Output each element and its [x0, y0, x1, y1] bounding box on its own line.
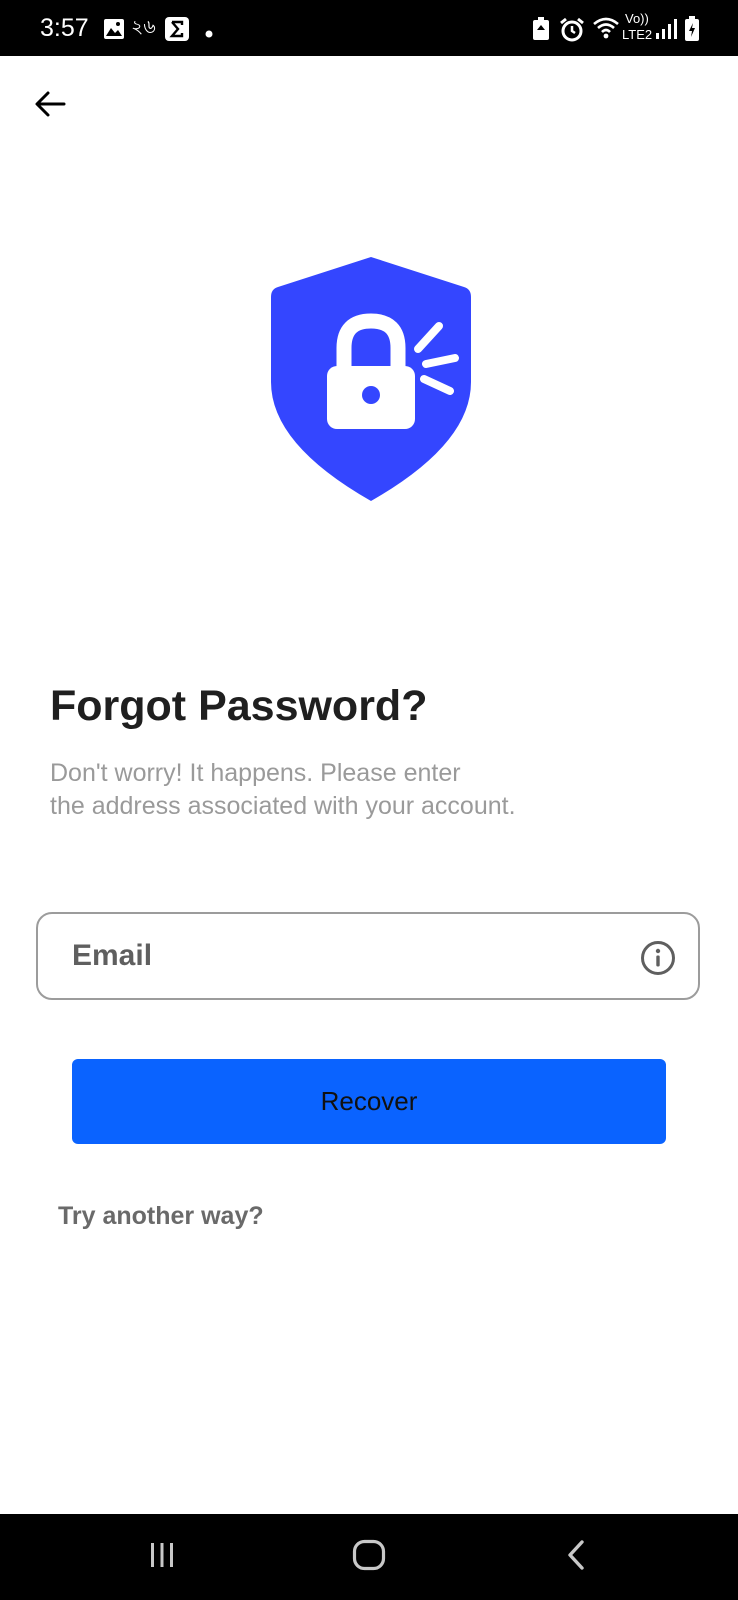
subtitle-line-1: Don't worry! It happens. Please enter — [50, 759, 461, 787]
arrow-left-icon — [33, 87, 67, 126]
network-sublabel: LTE2 — [622, 27, 653, 42]
status-bar: 3:57 ২৬ Vo)) LTE2 — [0, 0, 738, 56]
battery-charging-icon — [684, 16, 700, 47]
subtitle-line-2: the address associated with your account… — [50, 792, 516, 820]
back-nav-icon — [564, 1539, 588, 1576]
home-button[interactable] — [339, 1532, 399, 1582]
navigation-bar — [0, 1514, 738, 1600]
info-circle-icon[interactable] — [640, 940, 676, 976]
shield-lock-icon — [266, 254, 476, 504]
recent-apps-icon — [148, 1541, 176, 1574]
wifi-icon — [592, 16, 620, 45]
signal-icon — [655, 18, 677, 45]
notification-text: ২৬ — [131, 17, 156, 38]
recent-apps-button[interactable] — [132, 1532, 192, 1582]
page-subtitle: Don't worry! It happens. Please enter th… — [50, 757, 650, 823]
home-icon — [352, 1539, 386, 1576]
sigma-app-icon — [165, 17, 189, 46]
email-field[interactable] — [36, 912, 700, 1000]
alarm-icon — [559, 17, 585, 48]
dot-icon — [205, 25, 213, 43]
back-button[interactable] — [26, 82, 74, 130]
battery-saver-icon — [532, 17, 550, 46]
back-nav-button[interactable] — [546, 1532, 606, 1582]
recover-button[interactable]: Recover — [72, 1059, 666, 1144]
email-input[interactable] — [72, 932, 632, 980]
status-time: 3:57 — [40, 14, 89, 42]
gallery-icon — [103, 18, 125, 45]
try-another-way-link[interactable]: Try another way? — [58, 1199, 264, 1233]
page-title: Forgot Password? — [50, 682, 428, 730]
network-label: Vo)) — [625, 11, 649, 26]
